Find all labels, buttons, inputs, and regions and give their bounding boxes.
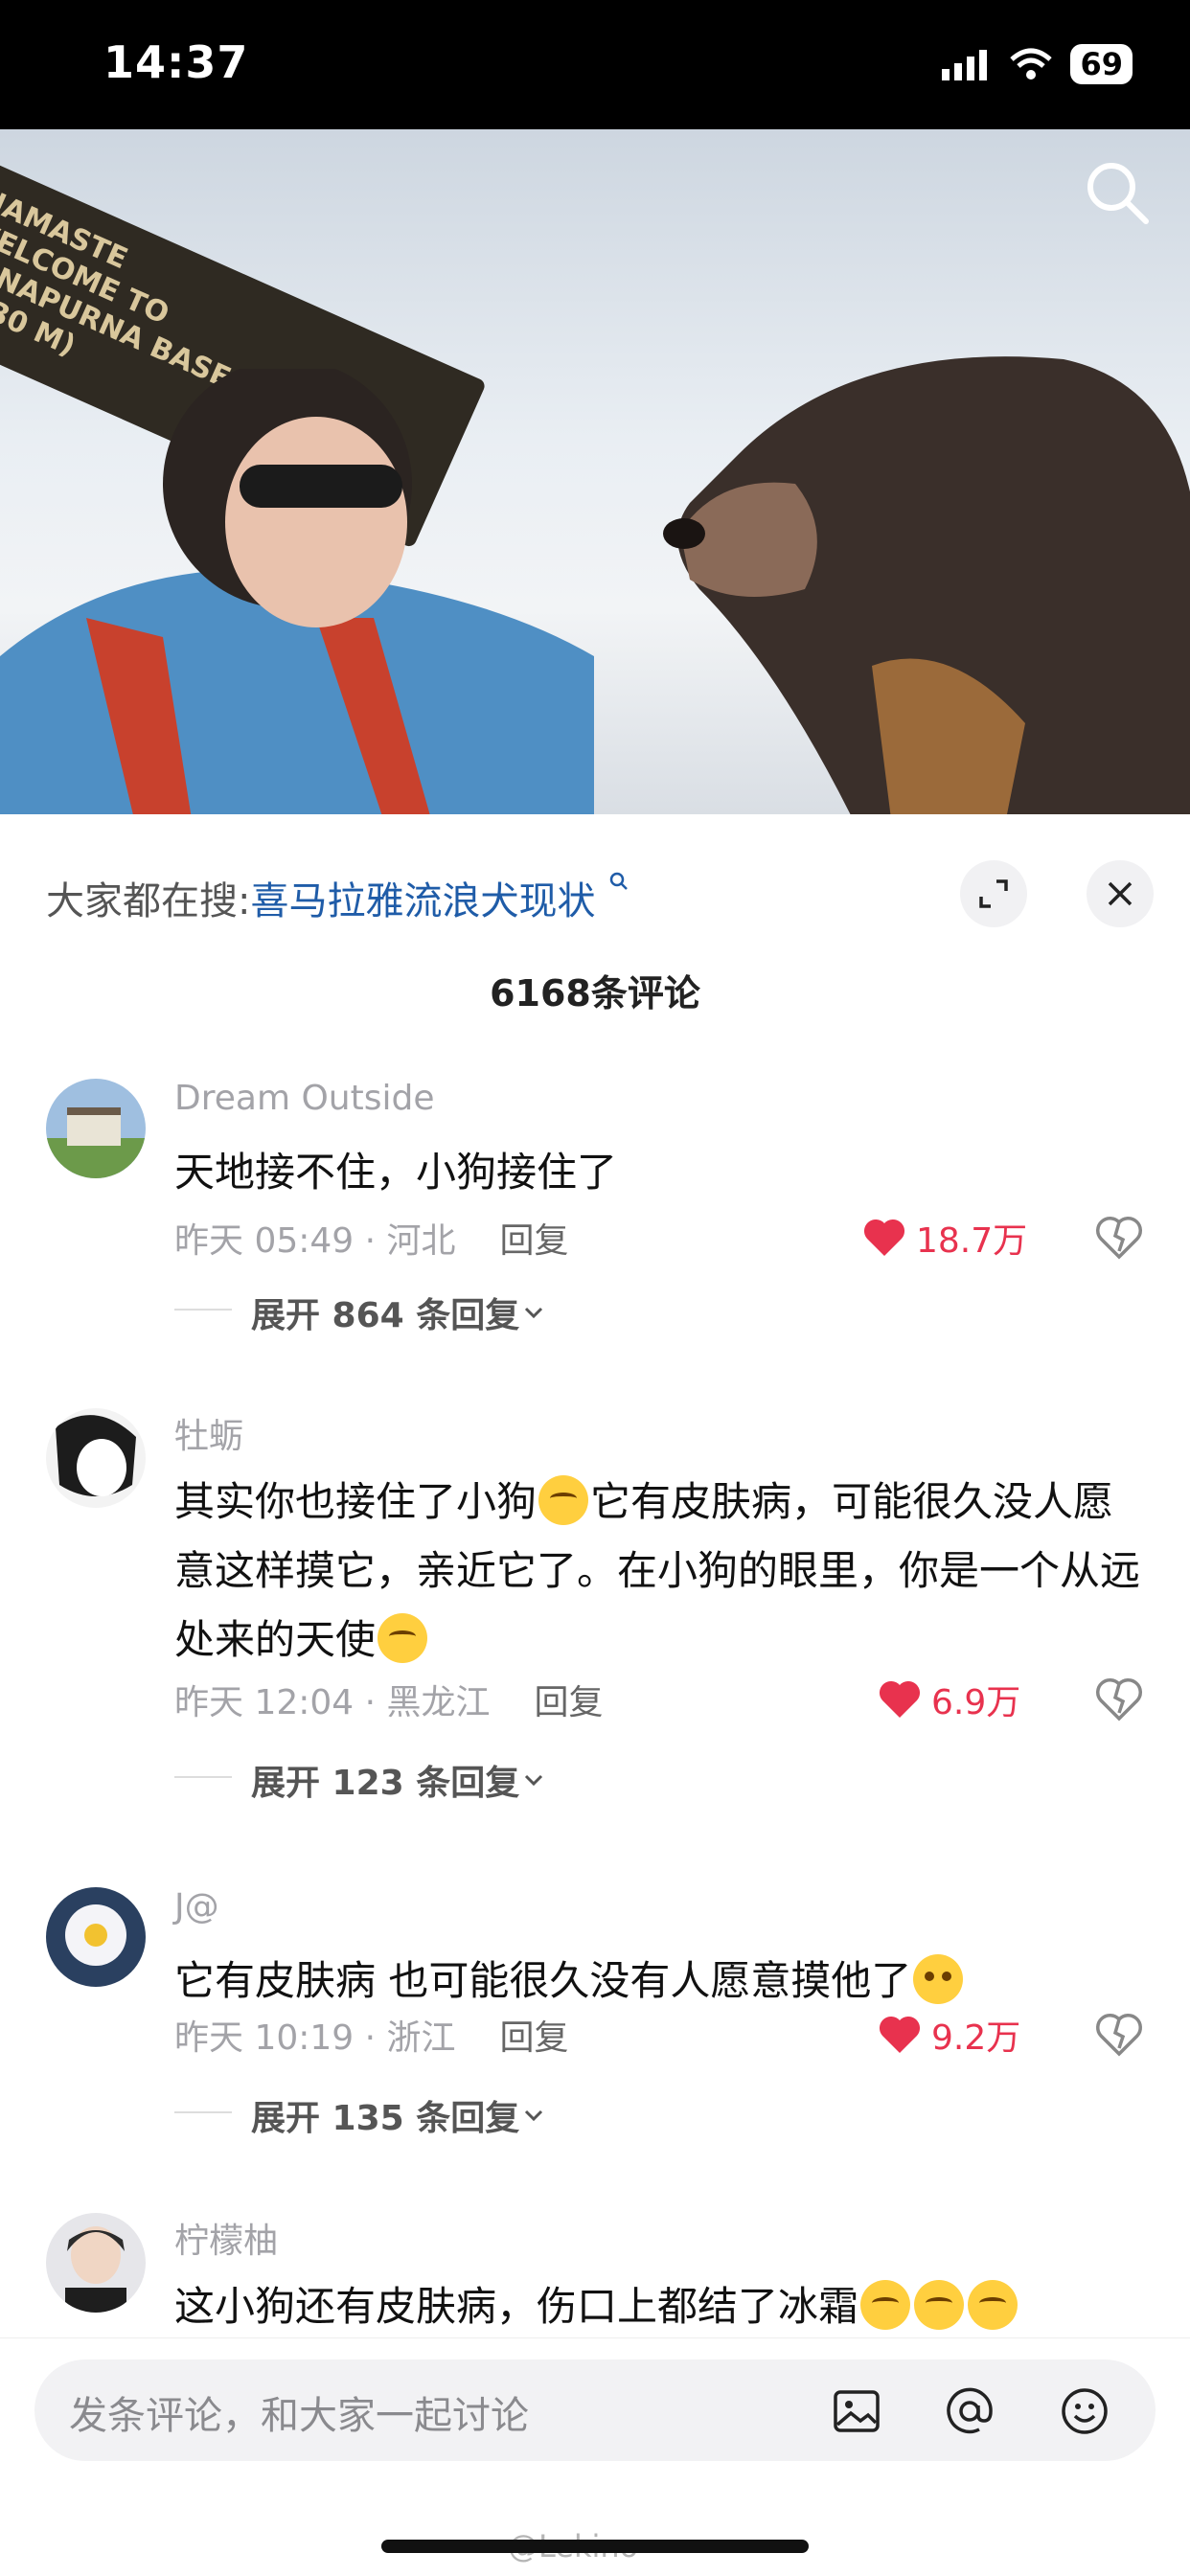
comment-meta: 昨天 10:19 · 浙江 回复 bbox=[174, 2010, 569, 2060]
expand-replies-label: 展开 135 条回复 bbox=[251, 2099, 520, 2138]
avatar-image bbox=[46, 1079, 146, 1178]
comment-text: 它有皮肤病 也可能很久没有人愿意摸他了 bbox=[174, 1947, 1152, 2016]
comment-text-part: 其实你也接住了小狗 bbox=[174, 1478, 538, 1525]
trending-label: 大家都在搜: bbox=[46, 879, 251, 923]
comment-count: 6168条评论 bbox=[490, 972, 700, 1014]
chevron-down-icon bbox=[525, 1774, 543, 1787]
comment-text: 这小狗还有皮肤病，伤口上都结了冰霜 bbox=[174, 2272, 1152, 2341]
comment-text-part: 这小狗还有皮肤病，伤口上都结了冰霜 bbox=[174, 2283, 859, 2330]
avatar-image bbox=[46, 1887, 146, 1987]
expand-sheet-button[interactable] bbox=[960, 860, 1027, 927]
avatar-image bbox=[46, 1408, 146, 1508]
expand-replies-button[interactable]: 展开 123 条回复 bbox=[251, 1755, 548, 1805]
crying-face-emoji-icon bbox=[914, 2280, 965, 2330]
comment-time-location: 昨天 12:04 · 黑龙江 bbox=[174, 1683, 491, 1722]
trending-keyword[interactable]: 喜马拉雅流浪犬现状 bbox=[250, 879, 595, 923]
comment-author[interactable]: 柠檬柚 bbox=[174, 2213, 278, 2263]
image-icon[interactable] bbox=[830, 2384, 883, 2438]
status-icons: 69 bbox=[942, 44, 1133, 84]
comment-meta: 昨天 05:49 · 河北 回复 bbox=[174, 1213, 569, 1263]
expand-replies-label: 展开 123 条回复 bbox=[251, 1764, 520, 1803]
comment-meta: 昨天 12:04 · 黑龙江 回复 bbox=[174, 1675, 604, 1724]
like-button[interactable]: 6.9万 bbox=[878, 1675, 1020, 1724]
like-button[interactable]: 18.7万 bbox=[862, 1213, 1027, 1263]
dog-figure bbox=[663, 356, 1190, 814]
close-icon bbox=[1108, 881, 1133, 906]
cellular-signal-icon bbox=[942, 50, 988, 80]
crying-face-emoji-icon bbox=[968, 2280, 1018, 2330]
comment-time-location: 昨天 05:49 · 河北 bbox=[174, 1221, 456, 1261]
comment-sheet: 大家都在搜:喜马拉雅流浪犬现状 6168条评论 Dream Outside 天地… bbox=[0, 822, 1190, 2575]
comment-text: 其实你也接住了小狗 它有皮肤病，可能很久没人愿意这样摸它，亲近它了。在小狗的眼里，… bbox=[174, 1468, 1152, 1675]
avatar-image bbox=[46, 2213, 146, 2313]
mention-icon[interactable] bbox=[943, 2384, 996, 2438]
search-icon[interactable] bbox=[1079, 154, 1156, 231]
person-figure bbox=[0, 369, 594, 814]
expand-replies-button[interactable]: 展开 864 条回复 bbox=[251, 1288, 548, 1337]
comment-author[interactable]: J@ bbox=[174, 1887, 219, 1926]
heart-filled-icon bbox=[863, 1219, 905, 1256]
avatar[interactable] bbox=[46, 2213, 146, 2313]
crying-face-emoji-icon bbox=[538, 1475, 589, 1525]
chevron-down-icon bbox=[525, 2109, 543, 2122]
close-sheet-button[interactable] bbox=[1087, 860, 1154, 927]
expand-replies-button[interactable]: 展开 135 条回复 bbox=[251, 2090, 548, 2140]
post-photo[interactable]: NAMASTE WELCOME TO ANNAPURNA BASE CAMP (… bbox=[0, 129, 1190, 814]
trending-search[interactable]: 大家都在搜:喜马拉雅流浪犬现状 bbox=[46, 870, 630, 925]
divider-line bbox=[174, 1309, 232, 1311]
pleading-face-emoji-icon bbox=[913, 1954, 964, 2004]
dislike-icon[interactable] bbox=[1094, 1675, 1144, 1724]
avatar[interactable] bbox=[46, 1079, 146, 1178]
small-search-icon bbox=[609, 872, 629, 890]
wifi-icon bbox=[1010, 48, 1053, 80]
reply-button[interactable]: 回复 bbox=[535, 1683, 604, 1722]
crying-face-emoji-icon bbox=[860, 2280, 911, 2330]
comment-input[interactable]: 发条评论，和大家一起讨论 bbox=[34, 2359, 1156, 2461]
avatar[interactable] bbox=[46, 1887, 146, 1987]
dislike-icon[interactable] bbox=[1094, 1213, 1144, 1263]
like-count: 9.2万 bbox=[931, 2018, 1021, 2058]
expand-icon bbox=[979, 879, 1008, 908]
heart-filled-icon bbox=[879, 1680, 921, 1718]
chevron-down-icon bbox=[525, 1307, 543, 1319]
dislike-icon[interactable] bbox=[1094, 2010, 1144, 2060]
comment-text: 天地接不住，小狗接住了 bbox=[174, 1149, 618, 1196]
divider-line bbox=[174, 1776, 232, 1778]
comment-time-location: 昨天 10:19 · 浙江 bbox=[174, 2018, 456, 2058]
comment-text-part: 它有皮肤病 也可能很久没有人愿意摸他了 bbox=[174, 1957, 912, 2004]
emoji-icon[interactable] bbox=[1058, 2384, 1111, 2438]
like-count: 6.9万 bbox=[931, 1683, 1021, 1722]
crying-face-emoji-icon bbox=[378, 1613, 428, 1663]
comment-author[interactable]: 牡蛎 bbox=[174, 1408, 243, 1458]
like-count: 18.7万 bbox=[916, 1221, 1028, 1261]
comment-author[interactable]: Dream Outside bbox=[174, 1079, 434, 1118]
like-button[interactable]: 9.2万 bbox=[878, 2010, 1020, 2060]
status-time: 14:37 bbox=[103, 36, 249, 88]
battery-indicator: 69 bbox=[1070, 44, 1133, 84]
heart-filled-icon bbox=[879, 2016, 921, 2053]
avatar[interactable] bbox=[46, 1408, 146, 1508]
reply-button[interactable]: 回复 bbox=[500, 2018, 569, 2058]
expand-replies-label: 展开 864 条回复 bbox=[251, 1296, 520, 1335]
home-indicator bbox=[381, 2540, 809, 2553]
comment-input-placeholder: 发条评论，和大家一起讨论 bbox=[69, 2394, 529, 2438]
reply-button[interactable]: 回复 bbox=[500, 1221, 569, 1261]
status-bar: 14:37 69 bbox=[0, 0, 1190, 129]
comment-input-bar: 发条评论，和大家一起讨论 @Lekino bbox=[0, 2337, 1190, 2576]
divider-line bbox=[174, 2111, 232, 2113]
